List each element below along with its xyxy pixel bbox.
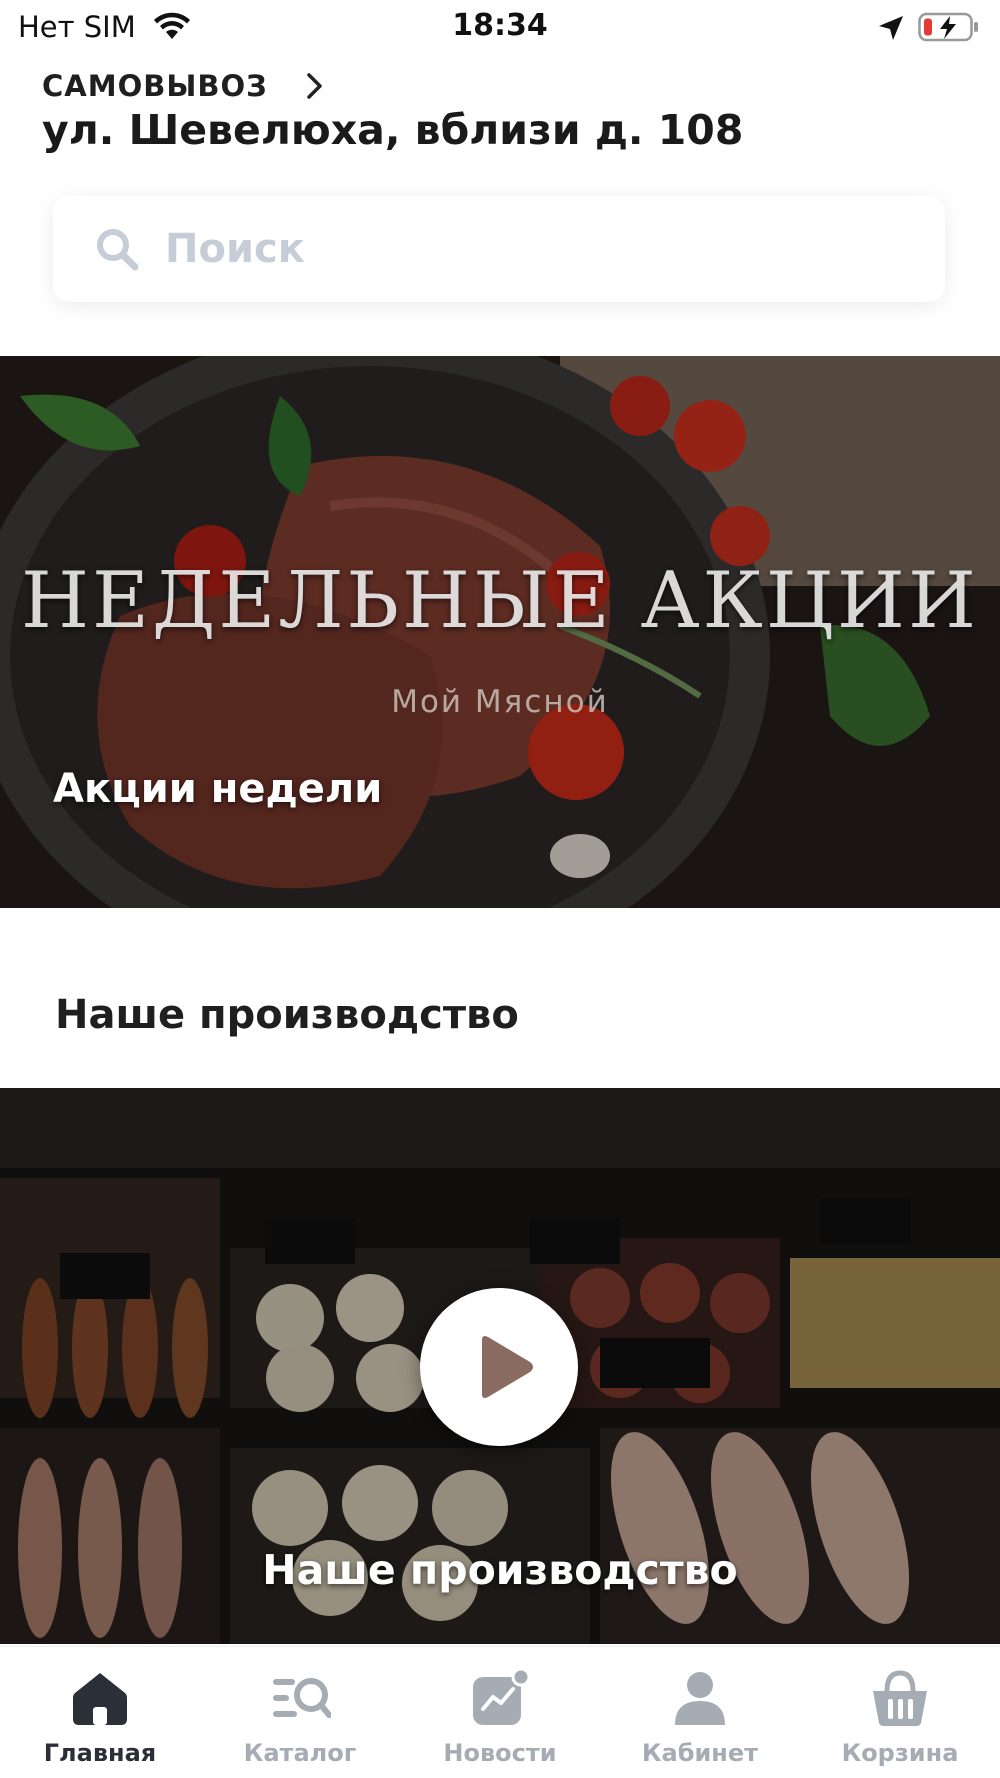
status-bar: Нет SIM 18:34	[0, 0, 1000, 56]
home-screen: Нет SIM 18:34 САМОВЫВОЗ ул. Шевелюха, вб…	[0, 0, 1000, 1778]
nav-label-cart: Корзина	[841, 1739, 959, 1767]
pickup-selector[interactable]: САМОВЫВОЗ	[42, 64, 326, 108]
battery-icon	[918, 12, 978, 42]
play-icon	[482, 1336, 533, 1398]
clock: 18:34	[452, 8, 548, 43]
search-bar[interactable]	[53, 196, 945, 302]
home-icon	[73, 1673, 127, 1725]
promo-brand: Мой Мясной	[391, 684, 609, 720]
nav-label-cabinet: Кабинет	[641, 1739, 759, 1767]
nav-label-catalog: Каталог	[243, 1739, 357, 1767]
nav-cabinet[interactable]: Кабинет	[600, 1647, 800, 1767]
promo-caption: Акции недели	[53, 766, 383, 812]
video-caption: Наше производство	[262, 1546, 738, 1594]
pickup-label: САМОВЫВОЗ	[42, 69, 268, 103]
user-icon	[675, 1672, 725, 1725]
section-title-production: Наше производство	[55, 992, 519, 1038]
search-icon	[97, 229, 139, 271]
basket-icon	[873, 1670, 927, 1726]
chevron-right-icon	[307, 73, 322, 99]
production-video-card[interactable]: Наше производство	[0, 1088, 1000, 1644]
nav-news[interactable]: Новости	[400, 1647, 600, 1767]
bottom-nav: Главная Каталог Новости Кабинет Корзина	[0, 1646, 1000, 1778]
catalog-search-icon	[273, 1678, 331, 1718]
nav-label-home: Главная	[43, 1739, 157, 1767]
news-chart-icon	[473, 1667, 531, 1725]
nav-label-news: Новости	[443, 1739, 557, 1767]
play-button[interactable]	[420, 1288, 578, 1446]
nav-home[interactable]: Главная	[0, 1647, 200, 1767]
pickup-address[interactable]: ул. Шевелюха, вблизи д. 108	[42, 106, 743, 154]
promo-headline: НЕДЕЛЬНЫЕ АКЦИИ	[21, 556, 979, 646]
weekly-promo-banner[interactable]: НЕДЕЛЬНЫЕ АКЦИИ Мой Мясной Акции недели	[0, 356, 1000, 908]
nav-cart[interactable]: Корзина	[800, 1647, 1000, 1767]
location-arrow-icon	[879, 16, 903, 40]
nav-catalog[interactable]: Каталог	[200, 1647, 400, 1767]
search-input[interactable]	[165, 226, 845, 272]
